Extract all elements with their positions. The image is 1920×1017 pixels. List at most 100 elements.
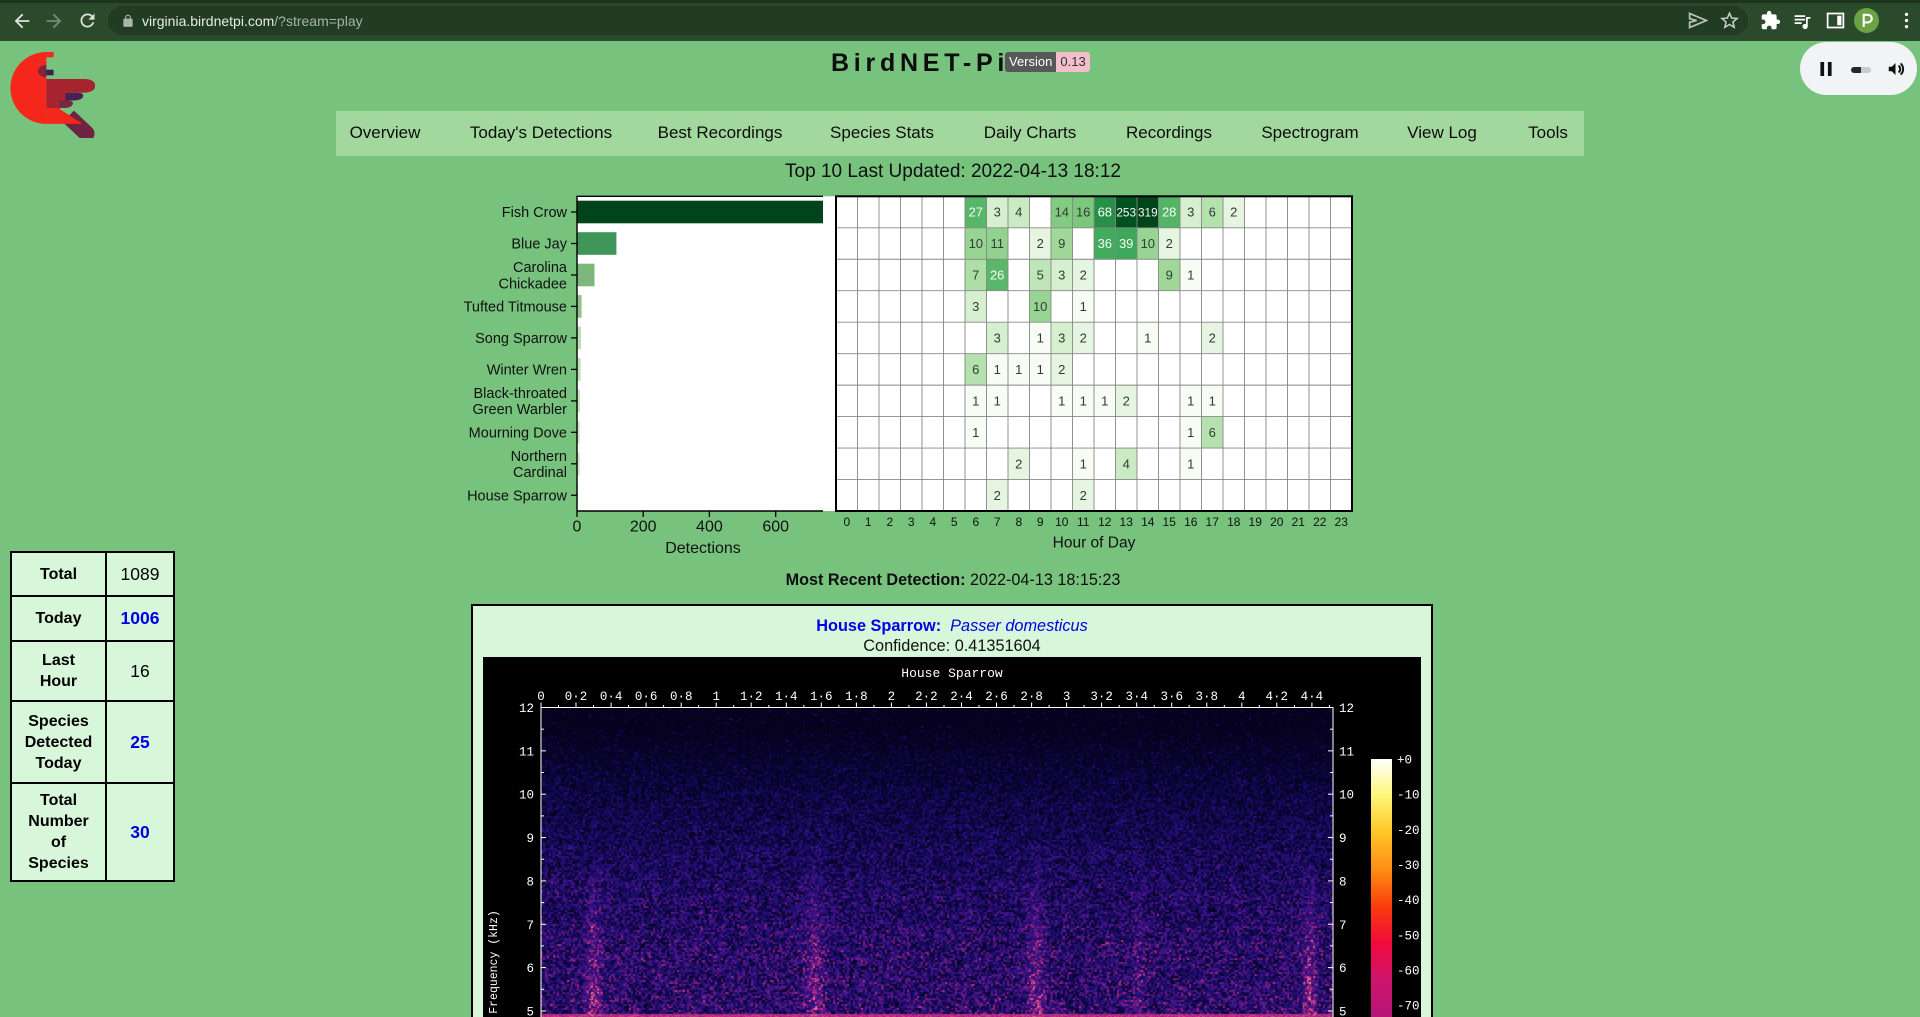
svg-text:8: 8	[526, 875, 534, 889]
svg-text:2·2: 2·2	[915, 690, 938, 704]
svg-text:21: 21	[1292, 515, 1306, 529]
svg-text:12: 12	[1098, 515, 1112, 529]
svg-text:1·8: 1·8	[845, 690, 868, 704]
svg-text:1: 1	[1037, 362, 1044, 377]
svg-text:28: 28	[1162, 205, 1176, 220]
svg-text:Cardinal: Cardinal	[513, 465, 567, 481]
svg-text:0: 0	[843, 515, 850, 529]
svg-text:1: 1	[1144, 330, 1151, 345]
svg-text:11: 11	[519, 745, 534, 759]
svg-text:1: 1	[994, 393, 1001, 408]
svg-text:Carolina: Carolina	[513, 260, 568, 276]
svg-text:3: 3	[994, 330, 1001, 345]
svg-text:9: 9	[1339, 832, 1347, 846]
svg-text:6: 6	[972, 515, 979, 529]
svg-text:1·6: 1·6	[810, 690, 833, 704]
svg-text:+0: +0	[1397, 754, 1412, 768]
svg-text:1: 1	[994, 362, 1001, 377]
svg-text:10: 10	[1033, 299, 1047, 314]
svg-text:-10: -10	[1397, 789, 1420, 803]
svg-text:1: 1	[1037, 330, 1044, 345]
svg-text:9: 9	[1166, 268, 1173, 283]
svg-text:7: 7	[994, 515, 1001, 529]
svg-text:3: 3	[1058, 268, 1065, 283]
svg-text:1·4: 1·4	[775, 690, 798, 704]
svg-text:10: 10	[1339, 789, 1354, 803]
svg-text:2: 2	[1037, 236, 1044, 251]
svg-text:6: 6	[972, 362, 979, 377]
svg-text:5: 5	[951, 515, 958, 529]
svg-text:Winter Wren: Winter Wren	[487, 363, 567, 379]
svg-text:4·2: 4·2	[1266, 690, 1289, 704]
svg-text:10: 10	[519, 789, 534, 803]
svg-text:0: 0	[573, 519, 582, 536]
svg-text:5: 5	[1037, 268, 1044, 283]
svg-text:4·4: 4·4	[1301, 690, 1324, 704]
svg-text:11: 11	[990, 236, 1004, 251]
svg-text:3·2: 3·2	[1090, 690, 1113, 704]
svg-text:26: 26	[990, 268, 1004, 283]
svg-text:600: 600	[762, 519, 789, 536]
svg-text:68: 68	[1098, 205, 1112, 220]
svg-text:3: 3	[1058, 330, 1065, 345]
svg-text:2: 2	[1166, 236, 1173, 251]
svg-text:6: 6	[526, 962, 534, 976]
svg-text:3·4: 3·4	[1125, 690, 1148, 704]
svg-text:253: 253	[1116, 206, 1136, 220]
svg-text:2: 2	[1058, 362, 1065, 377]
svg-text:1: 1	[1187, 425, 1194, 440]
svg-text:2: 2	[1080, 330, 1087, 345]
svg-text:8: 8	[1339, 875, 1347, 889]
svg-text:319: 319	[1138, 206, 1158, 220]
svg-text:9: 9	[1058, 236, 1065, 251]
svg-text:Hour of Day: Hour of Day	[1053, 535, 1136, 552]
svg-text:27: 27	[969, 205, 983, 220]
svg-text:3: 3	[972, 299, 979, 314]
svg-text:-30: -30	[1397, 859, 1420, 873]
svg-text:Mourning Dove: Mourning Dove	[469, 426, 567, 442]
svg-text:1: 1	[712, 690, 720, 704]
svg-text:3·8: 3·8	[1196, 690, 1219, 704]
svg-text:2: 2	[1080, 488, 1087, 503]
svg-text:5: 5	[526, 1005, 534, 1017]
svg-text:2: 2	[1209, 330, 1216, 345]
svg-text:1·2: 1·2	[740, 690, 763, 704]
svg-text:6: 6	[1209, 205, 1216, 220]
svg-text:5: 5	[1339, 1005, 1347, 1017]
svg-text:2·8: 2·8	[1020, 690, 1043, 704]
svg-text:39: 39	[1119, 236, 1133, 251]
svg-text:1: 1	[1101, 393, 1108, 408]
svg-text:12: 12	[1339, 702, 1354, 716]
svg-text:2·4: 2·4	[950, 690, 973, 704]
svg-text:Detections: Detections	[665, 540, 741, 557]
svg-text:11: 11	[1339, 745, 1354, 759]
svg-text:16: 16	[1184, 515, 1198, 529]
svg-text:10: 10	[1055, 515, 1069, 529]
svg-text:16: 16	[1076, 205, 1090, 220]
svg-text:1: 1	[1015, 362, 1022, 377]
svg-text:23: 23	[1335, 515, 1349, 529]
svg-text:0·4: 0·4	[600, 690, 623, 704]
svg-text:Northern: Northern	[511, 449, 567, 465]
svg-text:-50: -50	[1397, 929, 1420, 943]
svg-text:1: 1	[1080, 299, 1087, 314]
svg-text:7: 7	[972, 268, 979, 283]
svg-text:14: 14	[1055, 205, 1069, 220]
svg-text:Black-throated: Black-throated	[474, 386, 568, 402]
svg-text:10: 10	[969, 236, 983, 251]
svg-text:4: 4	[1123, 456, 1130, 471]
svg-text:House Sparrow: House Sparrow	[901, 666, 1003, 681]
svg-text:15: 15	[1163, 515, 1177, 529]
svg-text:2: 2	[1015, 456, 1022, 471]
svg-text:1: 1	[1080, 393, 1087, 408]
svg-text:1: 1	[1187, 456, 1194, 471]
svg-text:2: 2	[1123, 393, 1130, 408]
svg-text:13: 13	[1120, 515, 1134, 529]
svg-text:1: 1	[1080, 456, 1087, 471]
svg-text:0·2: 0·2	[565, 690, 588, 704]
svg-text:1: 1	[865, 515, 872, 529]
svg-text:Green Warbler: Green Warbler	[472, 402, 567, 418]
svg-text:Fish Crow: Fish Crow	[502, 205, 568, 221]
svg-text:0·8: 0·8	[670, 690, 693, 704]
svg-text:3: 3	[1063, 690, 1071, 704]
